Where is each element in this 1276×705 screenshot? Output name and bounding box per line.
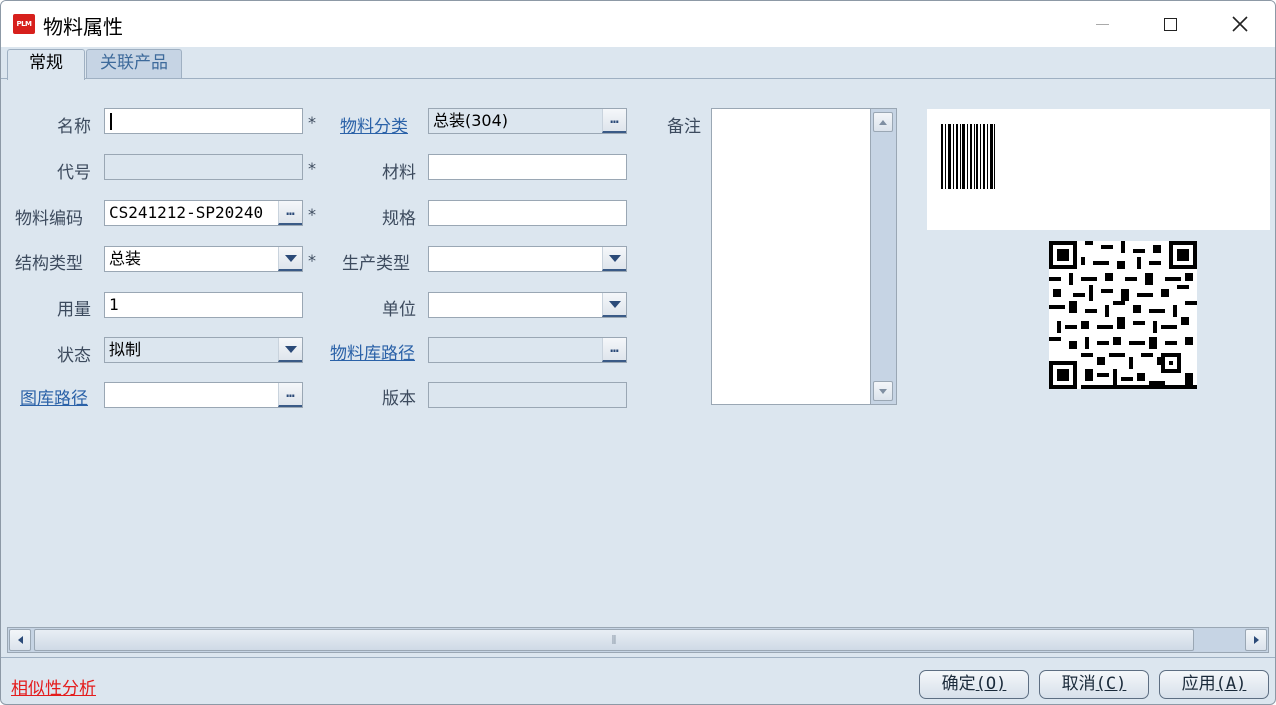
tab-strip: 常规 关联产品 — [1, 47, 1275, 80]
tab-general[interactable]: 常规 — [7, 49, 85, 80]
drawing-path-browse-button[interactable]: … — [278, 383, 302, 407]
structure-type-required-mark: * — [308, 251, 316, 270]
qr-code-image — [1049, 241, 1197, 389]
production-type-select[interactable] — [428, 246, 627, 272]
status-label: 状态 — [57, 346, 91, 366]
similarity-analysis-link[interactable]: 相似性分析 — [11, 674, 96, 699]
structure-type-label: 结构类型 — [15, 254, 83, 274]
material-category-browse-button[interactable]: … — [602, 109, 626, 133]
code-label: 代号 — [57, 163, 91, 183]
version-input[interactable] — [428, 382, 627, 408]
name-label: 名称 — [57, 117, 91, 137]
version-label: 版本 — [382, 389, 416, 409]
production-type-dropdown-button[interactable] — [602, 247, 626, 271]
window-title: 物料属性 — [43, 15, 123, 39]
chevron-down-icon — [608, 300, 621, 308]
apply-button-mnemonic: (A) — [1215, 674, 1247, 694]
material-category-input[interactable]: 总装(304) … — [428, 108, 627, 134]
material-category-value: 总装(304) — [433, 111, 509, 130]
close-icon — [1232, 16, 1248, 32]
unit-select[interactable] — [428, 292, 627, 318]
scrollbar-thumb[interactable]: ǁ — [34, 629, 1194, 651]
material-lib-path-link[interactable]: 物料库路径 — [330, 339, 415, 364]
structure-type-dropdown-button[interactable] — [278, 247, 302, 271]
production-type-label: 生产类型 — [342, 254, 410, 274]
ok-button[interactable]: 确定(O) — [919, 670, 1029, 699]
scroll-right-button[interactable] — [1245, 629, 1267, 651]
barcode-panel — [927, 109, 1270, 230]
cancel-button-label: 取消 — [1061, 674, 1096, 694]
unit-dropdown-button[interactable] — [602, 293, 626, 317]
chevron-down-icon — [879, 388, 887, 394]
tab-related-products[interactable]: 关联产品 — [86, 49, 182, 78]
material-lib-path-browse-button[interactable]: … — [602, 338, 626, 362]
material-code-label: 物料编码 — [15, 209, 83, 229]
scroll-up-button[interactable] — [873, 112, 893, 132]
ok-button-label: 确定 — [941, 674, 976, 694]
footer-divider — [1, 657, 1275, 658]
drawing-path-link[interactable]: 图库路径 — [20, 384, 88, 409]
general-panel: 名称 * 代号 * 物料编码 CS241212-SP20240 … * 结构类型… — [1, 79, 1275, 629]
chevron-down-icon — [284, 345, 297, 353]
chevron-left-icon — [17, 636, 23, 644]
material-code-browse-button[interactable]: … — [278, 201, 302, 225]
chevron-down-icon — [608, 254, 621, 262]
code-input[interactable] — [104, 154, 303, 180]
name-required-mark: * — [308, 113, 316, 132]
drawing-path-input[interactable]: … — [104, 382, 303, 408]
material-code-value: CS241212-SP20240 — [109, 203, 264, 222]
cancel-button[interactable]: 取消(C) — [1039, 670, 1149, 699]
title-bar: PLM 物料属性 — [1, 1, 1275, 47]
quantity-label: 用量 — [57, 300, 91, 320]
dialog-window: PLM 物料属性 常规 关联产品 名称 * 代号 * 物料编码 CS241212… — [0, 0, 1276, 705]
chevron-right-icon — [1253, 636, 1259, 644]
scroll-down-button[interactable] — [873, 381, 893, 401]
name-input[interactable] — [104, 108, 303, 134]
minimize-icon — [1095, 23, 1109, 25]
unit-label: 单位 — [382, 300, 416, 320]
spec-label: 规格 — [382, 209, 416, 229]
material-code-required-mark: * — [308, 205, 316, 224]
status-dropdown-button[interactable] — [278, 338, 302, 362]
cancel-button-mnemonic: (C) — [1095, 674, 1127, 694]
material-input[interactable] — [428, 154, 627, 180]
horizontal-scrollbar[interactable]: ǁ — [7, 627, 1269, 653]
plm-logo-icon: PLM — [13, 14, 35, 34]
maximize-icon — [1163, 17, 1177, 31]
structure-type-value: 总装 — [109, 249, 142, 268]
chevron-up-icon — [879, 119, 887, 125]
barcode-image — [941, 124, 995, 189]
chevron-down-icon — [284, 254, 297, 262]
scroll-left-button[interactable] — [9, 629, 31, 651]
material-category-link[interactable]: 物料分类 — [340, 112, 408, 137]
apply-button-label: 应用 — [1181, 674, 1216, 694]
material-code-input[interactable]: CS241212-SP20240 … — [104, 200, 303, 226]
structure-type-select[interactable]: 总装 — [104, 246, 303, 272]
remarks-label: 备注 — [667, 117, 701, 137]
close-button[interactable] — [1211, 1, 1269, 47]
material-lib-path-input[interactable]: … — [428, 337, 627, 363]
status-value: 拟制 — [109, 340, 142, 359]
quantity-input[interactable]: 1 — [104, 292, 303, 318]
minimize-button[interactable] — [1073, 1, 1131, 47]
material-label: 材料 — [382, 163, 416, 183]
ok-button-mnemonic: (O) — [975, 674, 1007, 694]
apply-button[interactable]: 应用(A) — [1159, 670, 1269, 699]
status-select[interactable]: 拟制 — [104, 337, 303, 363]
maximize-button[interactable] — [1141, 1, 1199, 47]
code-required-mark: * — [308, 159, 316, 178]
remarks-textarea[interactable] — [711, 108, 897, 405]
spec-input[interactable] — [428, 200, 627, 226]
remarks-scrollbar[interactable] — [870, 109, 896, 404]
